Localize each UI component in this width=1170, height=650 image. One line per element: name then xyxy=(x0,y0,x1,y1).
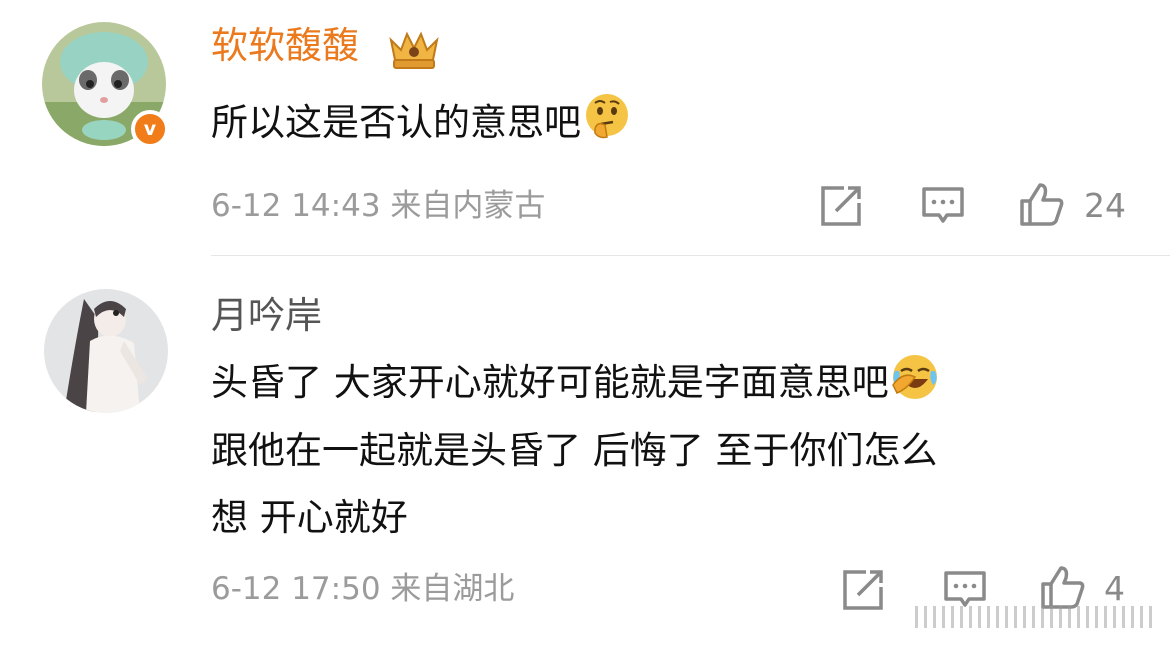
comment-meta: 6-12 17:50 来自湖北 xyxy=(211,571,515,607)
username[interactable]: 软软馥馥 xyxy=(211,22,359,70)
repost-icon[interactable] xyxy=(818,183,864,229)
like-icon[interactable] xyxy=(1040,564,1086,610)
comment-meta: 6-12 14:43 来自内蒙古 xyxy=(211,188,546,224)
vip-crown-icon xyxy=(389,31,439,69)
thinking-face-emoji xyxy=(586,94,628,139)
repost-icon[interactable] xyxy=(840,567,886,613)
like-count: 24 xyxy=(1084,186,1126,225)
watermark xyxy=(915,606,1155,628)
comment-text-line: 想 开心就好 xyxy=(211,496,408,539)
like-icon[interactable] xyxy=(1019,181,1065,227)
comment-icon[interactable] xyxy=(920,183,966,229)
comment-text: 所以这是否认的意思吧 xyxy=(211,89,633,156)
avatar[interactable] xyxy=(44,289,168,413)
comment-item: v 软软馥馥 所以这是否认的意思吧 6-12 14:43 来自内蒙古 24 xyxy=(0,0,1170,256)
comment-text-line: 跟他在一起就是头昏了 后悔了 至于你们怎么 xyxy=(211,429,938,472)
verified-badge-icon: v xyxy=(131,110,169,148)
comment-text-line: 头昏了 大家开心就好可能就是字面意思吧 xyxy=(211,349,941,416)
laughing-crying-emoji xyxy=(891,355,937,399)
like-count: 4 xyxy=(1104,569,1125,608)
comment-item: 月吟岸 头昏了 大家开心就好可能就是字面意思吧 跟他在一起就是头昏了 后悔了 至… xyxy=(0,256,1170,650)
username[interactable]: 月吟岸 xyxy=(211,292,322,340)
